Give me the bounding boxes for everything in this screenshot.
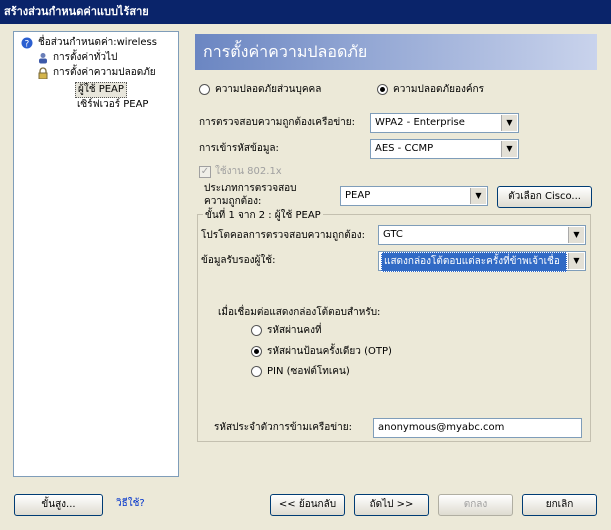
svg-text:?: ? bbox=[25, 40, 30, 50]
chevron-down-icon: ▼ bbox=[501, 141, 517, 157]
personal-security-label: ความปลอดภัยส่วนบุคคล bbox=[215, 84, 322, 95]
cancel-button[interactable]: ยกเลิก bbox=[522, 494, 597, 516]
encryption-label: การเข้ารหัสข้อมูล: bbox=[199, 143, 279, 154]
user-icon bbox=[39, 53, 47, 64]
user-credentials-select[interactable]: แสดงกล่องโต้ตอบแต่ละครั้งที่ข้าพเจ้าเชื่… bbox=[378, 251, 586, 272]
static-password-label: รหัสผ่านคงที่ bbox=[267, 325, 322, 336]
chevron-down-icon: ▼ bbox=[568, 253, 584, 269]
enterprise-security-label: ความปลอดภัยองค์กร bbox=[393, 84, 484, 95]
advanced-button[interactable]: ขั้นสูง... bbox=[14, 494, 103, 516]
encryption-select[interactable]: AES - CCMP ▼ bbox=[370, 139, 519, 159]
enable-8021x-label: ใช้งาน 802.1x bbox=[215, 166, 282, 177]
static-password-radio[interactable] bbox=[251, 325, 262, 336]
prompt-label: เมื่อเชื่อมต่อแสดงกล่องโต้ตอบสำหรับ: bbox=[218, 307, 381, 318]
next-button[interactable]: ถัดไป >> bbox=[354, 494, 429, 516]
auth-protocol-value: GTC bbox=[383, 229, 403, 240]
auth-type-select[interactable]: PEAP ▼ bbox=[340, 186, 488, 206]
personal-security-radio[interactable] bbox=[199, 84, 210, 95]
network-auth-select[interactable]: WPA2 - Enterprise ▼ bbox=[370, 113, 519, 133]
auth-type-value: PEAP bbox=[345, 190, 371, 201]
encryption-value: AES - CCMP bbox=[375, 143, 434, 154]
otp-label: รหัสผ่านป้อนครั้งเดียว (OTP) bbox=[267, 346, 392, 357]
chevron-down-icon: ▼ bbox=[568, 227, 584, 243]
auth-protocol-label: โปรโตคอลการตรวจสอบความถูกต้อง: bbox=[201, 230, 365, 241]
tree-item-profile-name[interactable]: ชื่อส่วนกำหนดค่า:wireless bbox=[38, 36, 157, 50]
window-title: สร้างส่วนกำหนดค่าแบบไร้สาย bbox=[0, 0, 611, 24]
otp-radio[interactable] bbox=[251, 346, 262, 357]
page-title: การตั้งค่าความปลอดภัย bbox=[195, 34, 597, 70]
chevron-down-icon: ▼ bbox=[470, 188, 486, 204]
auth-type-label-line2: ความถูกต้อง: bbox=[204, 196, 262, 207]
auth-type-label-line1: ประเภทการตรวจสอบ bbox=[204, 183, 297, 194]
profile-tree[interactable]: ? ชื่อส่วนกำหนดค่า:wireless การตั้งค่าทั… bbox=[13, 31, 179, 477]
tree-item-security[interactable]: การตั้งค่าความปลอดภัย bbox=[53, 66, 156, 80]
ok-button[interactable]: ตกลง bbox=[438, 494, 513, 516]
roaming-identity-label: รหัสประจำตัวการข้ามเครือข่าย: bbox=[214, 422, 352, 433]
network-auth-label: การตรวจสอบความถูกต้องเครือข่าย: bbox=[199, 117, 356, 128]
cisco-options-button[interactable]: ตัวเลือก Cisco... bbox=[497, 186, 592, 208]
network-auth-value: WPA2 - Enterprise bbox=[375, 117, 465, 128]
user-credentials-value: แสดงกล่องโต้ตอบแต่ละครั้งที่ข้าพเจ้าเชื่… bbox=[381, 252, 567, 272]
pin-soft-token-label: PIN (ซอฟต์โทเคน) bbox=[267, 366, 350, 377]
pin-soft-token-radio[interactable] bbox=[251, 366, 262, 377]
tree-item-general[interactable]: การตั้งค่าทั่วไป bbox=[53, 51, 117, 65]
auth-protocol-select[interactable]: GTC ▼ bbox=[378, 225, 586, 245]
wireless-profile-icon: ? bbox=[21, 37, 33, 49]
user-credentials-label: ข้อมูลรับรองผู้ใช้: bbox=[201, 255, 276, 266]
tree-item-peap-user[interactable]: ผู้ใช้ PEAP bbox=[75, 82, 127, 98]
back-button[interactable]: << ย้อนกลับ bbox=[270, 494, 345, 516]
step-group-title: ขั้นที่ 1 จาก 2 : ผู้ใช้ PEAP bbox=[203, 208, 323, 223]
tree-item-peap-server[interactable]: เซิร์ฟเวอร์ PEAP bbox=[77, 98, 148, 112]
chevron-down-icon: ▼ bbox=[501, 115, 517, 131]
enterprise-security-radio[interactable] bbox=[377, 84, 388, 95]
lock-icon bbox=[38, 67, 48, 79]
roaming-identity-input[interactable]: anonymous@myabc.com bbox=[373, 418, 582, 438]
enable-8021x-checkbox[interactable]: ✓ bbox=[199, 166, 211, 178]
help-link[interactable]: วิธีใช้? bbox=[116, 497, 145, 511]
